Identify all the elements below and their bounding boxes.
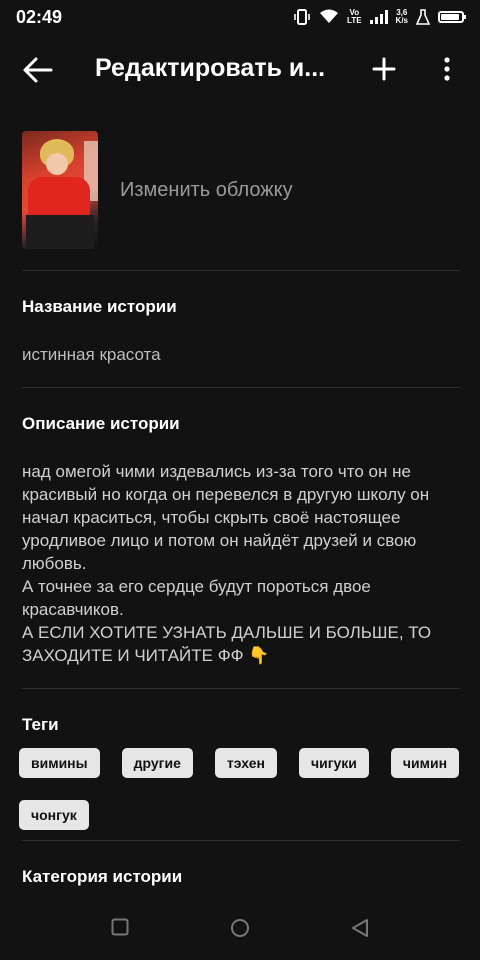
page-title: Редактировать и... [95, 54, 326, 82]
battery-level [441, 14, 459, 20]
tag-chip[interactable]: другие [121, 748, 193, 778]
recent-apps-icon[interactable] [111, 918, 129, 941]
volte-bottom: LTE [347, 16, 362, 25]
network-speed: 3,6 K/s [396, 9, 408, 25]
tags-list: вимины другие тэхен чигуки чимин чонгук [19, 748, 463, 830]
app-bar: Редактировать и... [0, 40, 480, 100]
cover-face [46, 153, 68, 175]
change-cover-label[interactable]: Изменить обложку [120, 179, 293, 202]
more-vertical-icon[interactable] [440, 56, 454, 82]
back-arrow-icon[interactable] [22, 56, 54, 84]
speed-unit: K/s [395, 16, 408, 25]
story-description-field[interactable]: над омегой чими издевались из-за того чт… [22, 460, 462, 667]
tag-chip[interactable]: чимин [390, 748, 460, 778]
tag-chip[interactable]: чигуки [298, 748, 369, 778]
story-title-field[interactable]: истинная красота [22, 345, 161, 365]
home-icon[interactable] [230, 918, 250, 943]
flask-icon [416, 9, 430, 25]
tags-label: Теги [22, 715, 59, 734]
wifi-icon [319, 9, 339, 25]
cover-image[interactable] [22, 131, 98, 249]
cover-shirt [28, 177, 90, 217]
battery-icon [438, 11, 466, 23]
status-bar: 02:49 Vo LTE 3,6 K/s [0, 0, 480, 34]
tag-chip[interactable]: вимины [19, 748, 100, 778]
system-nav-bar [0, 900, 480, 960]
volte-indicator: Vo LTE [347, 9, 362, 25]
divider [22, 387, 460, 388]
tag-chip[interactable]: чонгук [19, 800, 89, 830]
divider [22, 270, 460, 271]
status-time: 02:49 [16, 6, 63, 27]
plus-icon[interactable] [371, 56, 397, 82]
divider [22, 688, 460, 689]
cover-row[interactable]: Изменить обложку [22, 130, 462, 250]
vibrate-icon [293, 8, 311, 26]
story-title-label: Название истории [22, 297, 177, 316]
status-icons: Vo LTE 3,6 K/s [293, 8, 466, 26]
cover-legs [26, 215, 94, 249]
divider [22, 840, 460, 841]
tag-chip[interactable]: тэхен [214, 748, 277, 778]
back-triangle-icon[interactable] [350, 918, 370, 943]
story-category-label[interactable]: Категория истории [22, 867, 182, 887]
story-description-label: Описание истории [22, 414, 180, 433]
signal-icon [369, 10, 388, 24]
